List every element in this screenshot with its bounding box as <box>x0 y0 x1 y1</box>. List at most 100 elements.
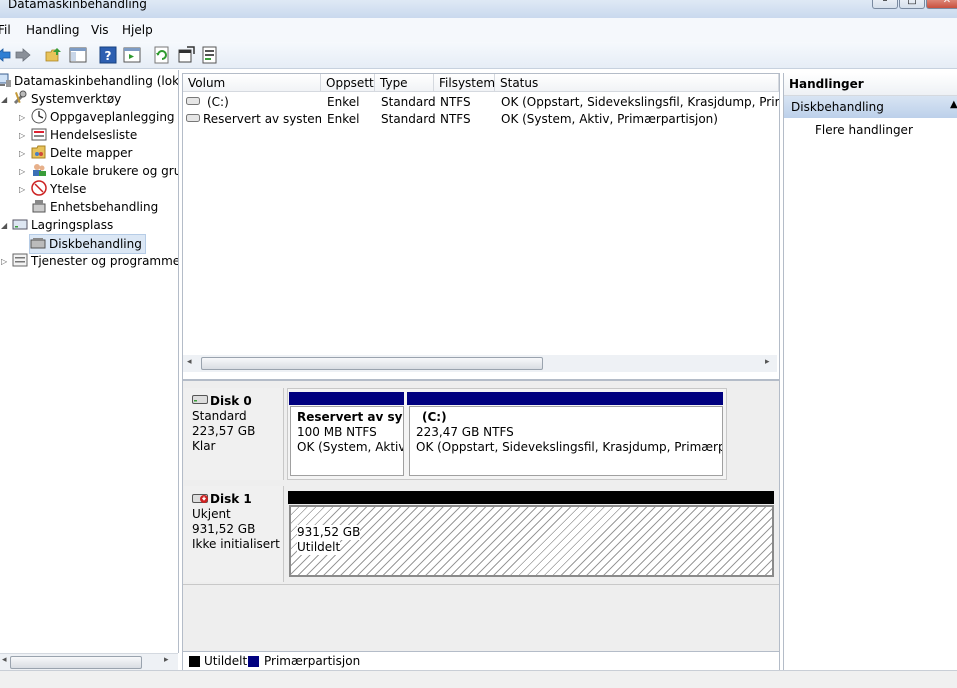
performance-icon <box>31 180 47 196</box>
back-arrow-icon[interactable] <box>0 46 12 64</box>
forward-arrow-icon[interactable] <box>14 46 32 64</box>
toolbar: ? <box>0 42 957 69</box>
table-row[interactable]: (C:) Enkel Standard NTFS OK (Oppstart, S… <box>183 93 779 110</box>
status-bar <box>0 670 957 688</box>
scroll-left-icon[interactable]: ◂ <box>187 357 192 367</box>
menu-fil[interactable]: Fil <box>0 23 11 37</box>
users-icon <box>33 164 46 176</box>
refresh-icon[interactable] <box>153 46 171 64</box>
cell-status: OK (System, Aktiv, Primærpartisjon) <box>501 112 718 126</box>
disk-map-empty-area <box>183 584 779 652</box>
legend: Utildelt Primærpartisjon <box>182 651 780 672</box>
storage-icon <box>12 219 28 230</box>
column-header-volum[interactable]: Volum <box>183 74 321 92</box>
cell-status: OK (Oppstart, Sidevekslingsfil, Krasjdum… <box>501 95 779 109</box>
cell-volum: (C:) <box>207 95 229 109</box>
disk-1-info[interactable]: Disk 1 Ukjent 931,52 GB Ikke initialiser… <box>184 486 284 582</box>
tree-label-hendelsesliste: Hendelsesliste <box>50 128 138 142</box>
cell-volum: Reservert av systemet <box>203 112 321 126</box>
column-header-oppsett[interactable]: Oppsett <box>321 74 375 92</box>
column-header-type[interactable]: Type <box>375 74 434 92</box>
disk-0-info[interactable]: Disk 0 Standard 223,57 GB Klar <box>184 388 284 480</box>
column-header-filsystem[interactable]: Filsystem <box>434 74 495 92</box>
partition-unallocated[interactable]: 931,52 GB Utildelt <box>289 505 774 577</box>
tree-item-hendelsesliste[interactable]: Hendelsesliste <box>31 126 137 144</box>
up-folder-icon[interactable] <box>45 46 63 64</box>
maximize-button[interactable]: □ <box>899 0 925 9</box>
partition-label: (C:) <box>422 410 447 424</box>
svg-text:?: ? <box>105 49 112 63</box>
scrollbar-thumb[interactable] <box>201 357 543 370</box>
tools-icon <box>13 90 27 105</box>
partition-status: OK (System, Aktiv, Primærpartisjon) <box>297 440 403 454</box>
tree-item-tjenester[interactable]: Tjenester og programmer <box>12 252 178 270</box>
tree-item-lagringsplass[interactable]: Lagringsplass <box>12 216 113 234</box>
disk-0-state: Klar <box>192 439 216 453</box>
tree-item-diskbehandling[interactable]: Diskbehandling <box>29 234 146 254</box>
minimize-button[interactable]: – <box>872 0 898 9</box>
legend-swatch-unallocated <box>189 656 200 667</box>
volume-icon <box>186 114 200 122</box>
scrollbar-thumb[interactable] <box>10 656 142 669</box>
partition-label <box>297 510 772 525</box>
volume-list-horizontal-scrollbar[interactable]: ◂ ▸ <box>183 355 777 372</box>
collapse-arrow-icon[interactable]: ◢ <box>1 95 7 104</box>
tree-item-oppgaveplanlegging[interactable]: Oppgaveplanlegging <box>31 108 175 126</box>
disk-0-size: 223,57 GB <box>192 424 256 438</box>
actions-pane: Handlinger Diskbehandling ▲ Flere handli… <box>783 73 957 670</box>
legend-label-primary: Primærpartisjon <box>264 654 361 668</box>
partition-reserved[interactable]: Reservert av systemet 100 MB NTFS OK (Sy… <box>290 406 404 476</box>
legend-swatch-primary <box>248 656 259 667</box>
properties-icon[interactable] <box>177 46 195 64</box>
expand-arrow-icon[interactable]: ▷ <box>19 149 25 158</box>
column-header-status[interactable]: Status <box>495 74 779 92</box>
partition-c[interactable]: (C:) 223,47 GB NTFS OK (Oppstart, Sideve… <box>409 406 723 476</box>
collapse-arrow-icon[interactable]: ◢ <box>1 221 7 230</box>
actions-header-title: Handlinger <box>789 77 864 91</box>
shared-folder-icon <box>31 145 46 159</box>
export-list-icon[interactable] <box>201 46 219 64</box>
tree-item-root[interactable]: Datamaskinbehandling (lokal) <box>0 72 178 90</box>
table-row[interactable]: Reservert av systemet Enkel Standard NTF… <box>183 110 779 127</box>
tree-label-diskbehandling: Diskbehandling <box>49 237 142 251</box>
partition-bar-primary <box>407 392 723 405</box>
collapse-up-icon[interactable]: ▲ <box>950 99 957 110</box>
tree-item-delte-mapper[interactable]: Delte mapper <box>31 144 132 162</box>
menu-handling[interactable]: Handling <box>26 23 80 37</box>
expand-arrow-icon[interactable]: ▷ <box>19 185 25 194</box>
tree-item-enhetsbehandling[interactable]: Enhetsbehandling <box>31 198 158 216</box>
disk-1-type: Ukjent <box>192 507 231 521</box>
navigation-tree: Datamaskinbehandling (lokal) ◢ Systemver… <box>0 70 179 653</box>
close-button[interactable]: ✕ <box>926 0 957 9</box>
expand-arrow-icon[interactable]: ▷ <box>19 167 25 176</box>
tree-item-systemverktoy[interactable]: Systemverktøy <box>12 90 121 108</box>
partition-bar-primary <box>289 392 404 405</box>
show-hide-action-pane-icon[interactable] <box>123 46 141 64</box>
legend-label-unallocated: Utildelt <box>204 654 248 668</box>
help-icon[interactable]: ? <box>99 46 117 64</box>
cell-type: Standard <box>381 95 436 109</box>
menu-vis[interactable]: Vis <box>91 23 109 37</box>
show-hide-tree-icon[interactable] <box>69 46 87 64</box>
tree-horizontal-scrollbar[interactable]: ◂ ▸ <box>0 653 178 671</box>
expand-arrow-icon[interactable]: ▷ <box>1 257 7 266</box>
disk-icon <box>192 395 208 404</box>
partition-status: OK (Oppstart, Sidevekslingsfil, Krasjdum… <box>416 440 722 454</box>
scroll-right-icon[interactable]: ▸ <box>765 357 770 367</box>
partition-size: 223,47 GB NTFS <box>416 425 514 439</box>
partition-size: 931,52 GB <box>297 525 361 540</box>
scroll-left-icon[interactable]: ◂ <box>2 655 7 665</box>
actions-section[interactable]: Diskbehandling ▲ <box>784 96 957 118</box>
tree-item-ytelse[interactable]: Ytelse <box>31 180 86 198</box>
partition-status: Utildelt <box>297 540 341 555</box>
tree-label-lokale-brukere: Lokale brukere og grupper <box>50 164 178 178</box>
menu-hjelp[interactable]: Hjelp <box>122 23 153 37</box>
event-viewer-icon <box>31 128 47 141</box>
expand-arrow-icon[interactable]: ▷ <box>19 113 25 122</box>
scroll-right-icon[interactable]: ▸ <box>164 655 169 665</box>
action-more[interactable]: Flere handlinger <box>815 123 913 137</box>
computer-management-icon <box>0 73 11 87</box>
expand-arrow-icon[interactable]: ▷ <box>19 131 25 140</box>
cell-oppsett: Enkel <box>327 95 360 109</box>
tree-item-lokale-brukere[interactable]: Lokale brukere og grupper <box>31 162 178 180</box>
